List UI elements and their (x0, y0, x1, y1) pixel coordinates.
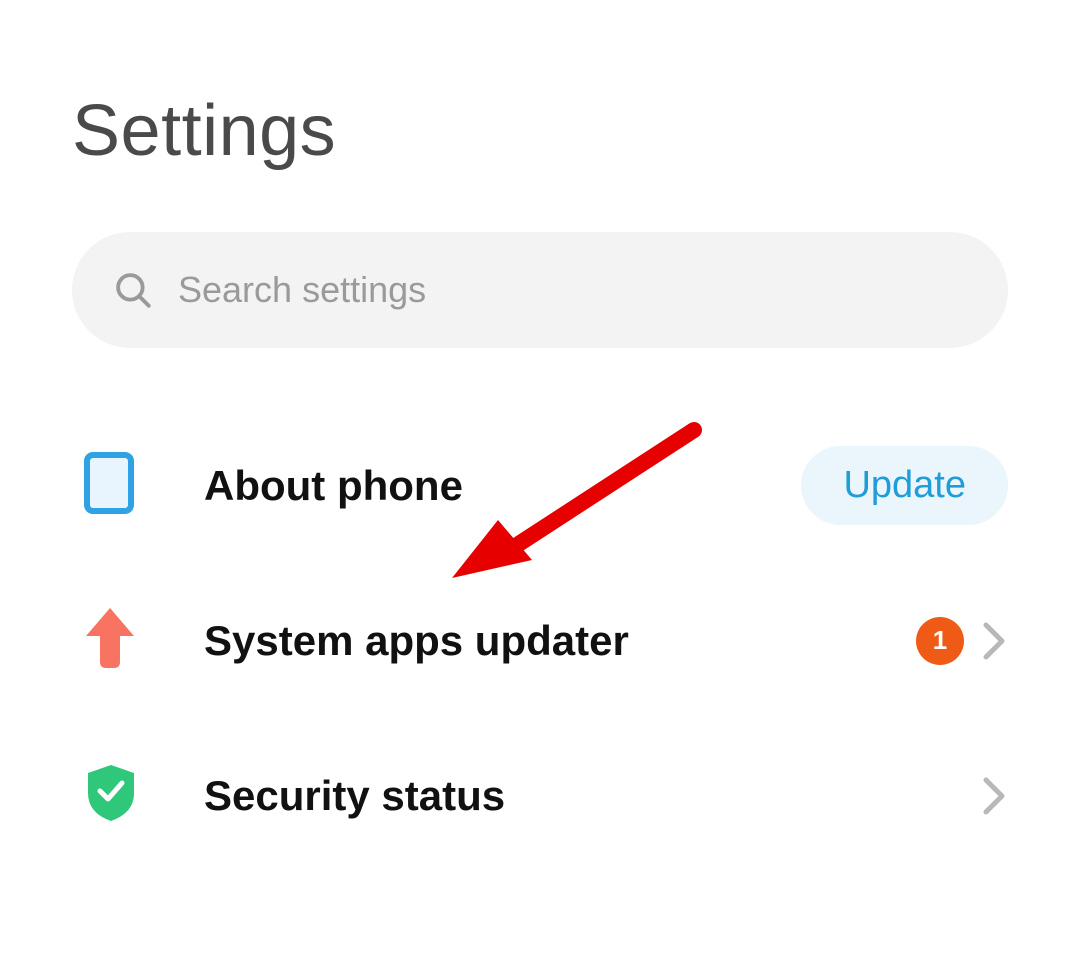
chevron-right-icon (982, 776, 1008, 816)
search-placeholder: Search settings (178, 269, 426, 311)
row-security-status[interactable]: Security status (0, 718, 1080, 873)
search-icon (112, 269, 154, 311)
arrow-up-icon (84, 606, 136, 675)
row-label-about-phone: About phone (204, 462, 801, 510)
shield-icon (84, 763, 138, 828)
row-label-system-apps-updater: System apps updater (204, 617, 916, 665)
settings-list: About phone Update System apps updater 1 (0, 408, 1080, 873)
page-title: Settings (72, 90, 1080, 172)
chevron-right-icon (982, 621, 1008, 661)
row-about-phone[interactable]: About phone Update (0, 408, 1080, 563)
row-label-security-status: Security status (204, 772, 982, 820)
update-button[interactable]: Update (801, 446, 1008, 525)
phone-icon (84, 452, 134, 519)
notification-badge: 1 (916, 617, 964, 665)
search-input[interactable]: Search settings (72, 232, 1008, 348)
row-system-apps-updater[interactable]: System apps updater 1 (0, 563, 1080, 718)
